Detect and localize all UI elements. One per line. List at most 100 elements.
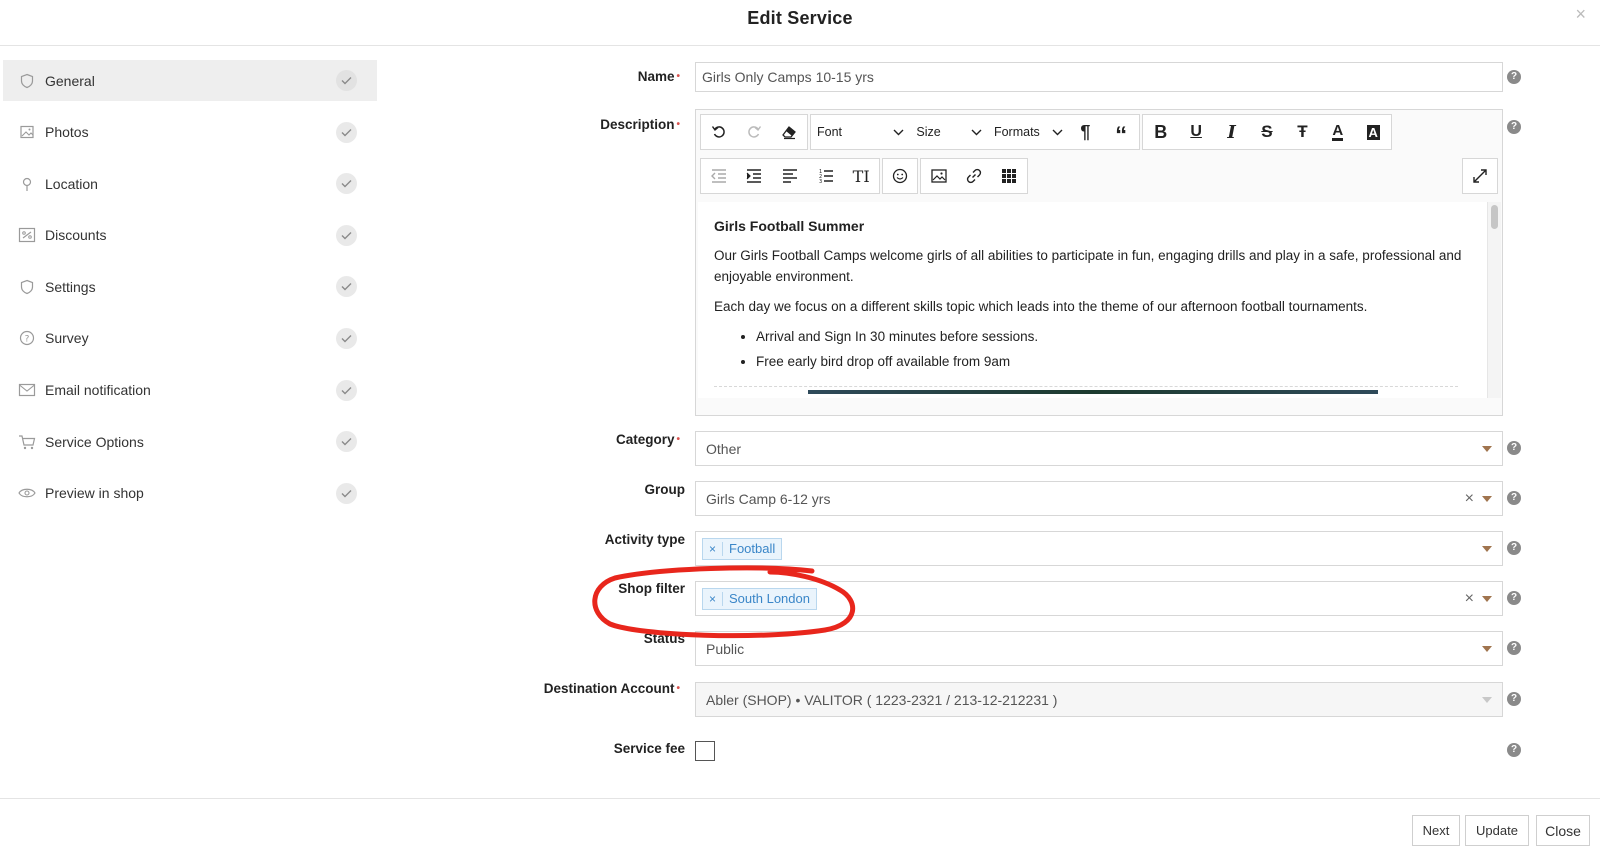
help-icon[interactable]: ? [1507, 743, 1521, 757]
check-icon [336, 327, 357, 349]
tag-remove-icon[interactable]: × [709, 591, 724, 606]
link-icon[interactable] [956, 159, 991, 193]
sidebar-item-general[interactable]: General [3, 60, 377, 101]
name-value: Girls Only Camps 10-15 yrs [702, 69, 874, 85]
sidebar-item-label: Service Options [45, 433, 144, 450]
help-icon[interactable]: ? [1507, 441, 1521, 455]
editor-content[interactable]: Girls Football Summer Our Girls Football… [698, 202, 1488, 398]
fullscreen-icon[interactable] [1463, 159, 1497, 193]
superscript-icon[interactable]: Ŧ [1285, 115, 1320, 149]
sidebar: General Photos Location Discounts Settin… [3, 60, 377, 524]
image-icon [17, 122, 37, 142]
check-icon [336, 379, 357, 401]
content-heading: Girls Football Summer [714, 218, 865, 234]
chevron-down-icon [1482, 596, 1492, 602]
line-height-icon[interactable]: TI [843, 159, 879, 193]
description-label: Description • [600, 117, 680, 132]
scrollbar-thumb[interactable] [1491, 205, 1498, 229]
close-button[interactable]: Close [1536, 815, 1590, 846]
question-icon: ? [17, 328, 37, 348]
strikethrough-icon[interactable]: S [1249, 115, 1284, 149]
status-select[interactable]: Public [695, 631, 1503, 666]
category-select[interactable]: Other [695, 431, 1503, 466]
chevron-down-icon [1482, 496, 1492, 502]
outdent-icon[interactable] [701, 159, 737, 193]
redo-icon[interactable] [736, 115, 771, 149]
size-select[interactable]: Size [910, 125, 988, 139]
sidebar-item-discounts[interactable]: Discounts [3, 215, 377, 256]
activity-type-label: Activity type [604, 532, 685, 547]
list-item: Arrival and Sign In 30 minutes before se… [756, 326, 1472, 347]
check-icon [336, 276, 357, 298]
shop-filter-tag: × South London [702, 587, 817, 610]
help-icon[interactable]: ? [1507, 591, 1521, 605]
activity-tag: × Football [702, 537, 783, 560]
sidebar-item-service-options[interactable]: Service Options [3, 421, 377, 462]
group-select[interactable]: Girls Camp 6-12 yrs × [695, 481, 1503, 516]
sidebar-item-location[interactable]: Location [3, 163, 377, 204]
blockquote-icon[interactable]: “ [1103, 115, 1139, 149]
bold-icon[interactable]: B [1143, 115, 1178, 149]
undo-icon[interactable] [701, 115, 736, 149]
close-icon[interactable]: × [1575, 4, 1586, 25]
text-color-icon[interactable]: A [1320, 115, 1355, 149]
sidebar-item-label: Location [45, 175, 98, 192]
check-icon [336, 121, 357, 143]
help-icon[interactable]: ? [1507, 641, 1521, 655]
clear-icon[interactable]: × [1465, 590, 1474, 608]
shield-icon [17, 71, 37, 91]
sidebar-item-label: General [45, 72, 95, 89]
background-color-icon[interactable]: A [1356, 115, 1391, 149]
next-button[interactable]: Next [1412, 815, 1460, 846]
service-fee-checkbox[interactable] [695, 741, 715, 761]
editor-scrollbar[interactable] [1487, 202, 1501, 398]
svg-text:3: 3 [819, 179, 822, 184]
name-input[interactable]: Girls Only Camps 10-15 yrs [695, 62, 1503, 92]
status-value: Public [706, 640, 745, 657]
sidebar-item-label: Preview in shop [45, 485, 144, 502]
eraser-icon[interactable] [772, 115, 807, 149]
emoji-icon[interactable] [883, 159, 917, 193]
check-icon [336, 173, 357, 195]
update-button[interactable]: Update [1465, 815, 1529, 846]
underline-icon[interactable]: U [1178, 115, 1213, 149]
chevron-down-icon [1482, 646, 1492, 652]
numbered-list-icon[interactable]: 123 [808, 159, 844, 193]
sidebar-item-settings[interactable]: Settings [3, 266, 377, 307]
sidebar-item-label: Survey [45, 330, 89, 347]
shop-filter-label: Shop filter [618, 581, 685, 596]
paragraph-toolbar-group: 123 TI [700, 158, 880, 194]
help-icon[interactable]: ? [1507, 541, 1521, 555]
sidebar-item-label: Photos [45, 124, 89, 141]
italic-icon[interactable]: I [1214, 115, 1249, 149]
eye-icon [17, 483, 37, 503]
formats-select[interactable]: Formats [988, 125, 1068, 139]
clear-icon[interactable]: × [1465, 490, 1474, 508]
insert-toolbar-group [920, 158, 1028, 194]
activity-type-select[interactable]: × Football [695, 531, 1503, 566]
chevron-down-icon [1482, 697, 1492, 703]
content-paragraph: Our Girls Football Camps welcome girls o… [714, 248, 1462, 284]
help-icon[interactable]: ? [1507, 692, 1521, 706]
check-icon [336, 224, 357, 246]
description-editor: Font Size Formats ¶ “ B U I S Ŧ A A 123 … [695, 109, 1503, 416]
sidebar-item-survey[interactable]: ? Survey [3, 318, 377, 359]
help-icon[interactable]: ? [1507, 491, 1521, 505]
destination-account-select[interactable]: Abler (SHOP) • VALITOR ( 1223-2321 / 213… [695, 682, 1503, 717]
modal-footer [0, 798, 1600, 856]
indent-icon[interactable] [737, 159, 773, 193]
image-placeholder-border [714, 386, 1458, 387]
align-left-icon[interactable] [772, 159, 808, 193]
table-icon[interactable] [992, 159, 1027, 193]
font-select[interactable]: Font [811, 125, 910, 139]
help-icon[interactable]: ? [1507, 70, 1521, 84]
tag-remove-icon[interactable]: × [709, 541, 724, 556]
paragraph-icon[interactable]: ¶ [1067, 115, 1103, 149]
group-label: Group [644, 482, 686, 497]
help-icon[interactable]: ? [1507, 120, 1521, 134]
sidebar-item-preview-in-shop[interactable]: Preview in shop [3, 473, 377, 514]
sidebar-item-photos[interactable]: Photos [3, 112, 377, 153]
sidebar-item-email-notification[interactable]: Email notification [3, 370, 377, 411]
insert-image-icon[interactable] [921, 159, 956, 193]
shop-filter-select[interactable]: × South London × [695, 581, 1503, 616]
